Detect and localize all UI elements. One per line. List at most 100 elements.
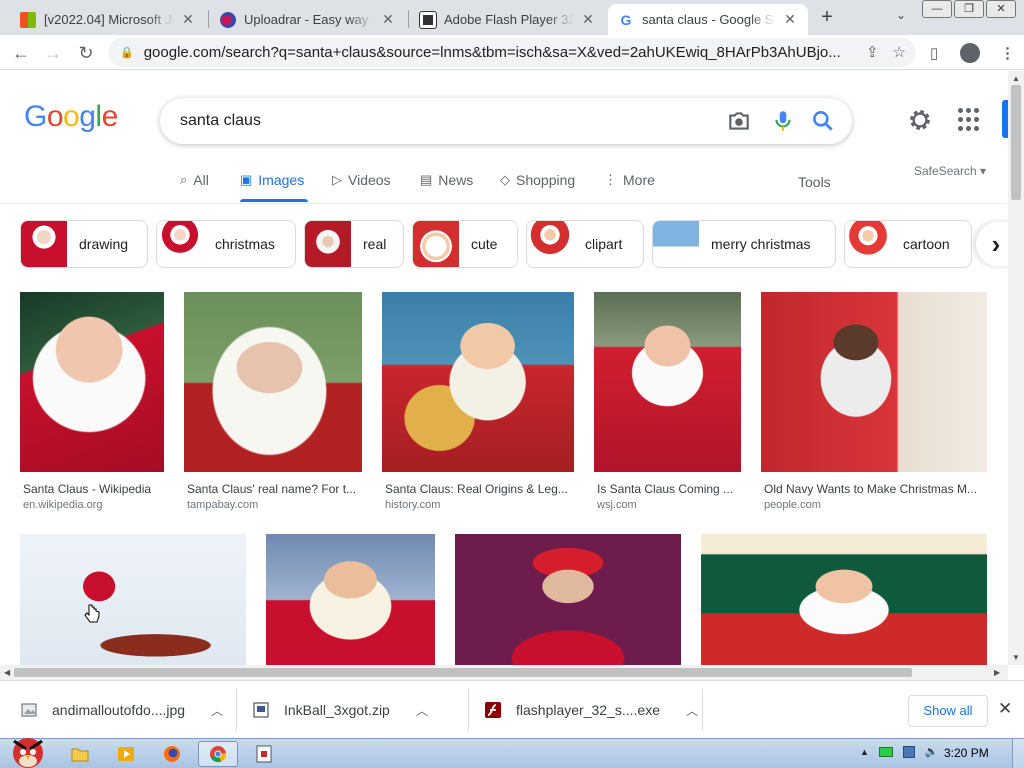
result-caption[interactable]: Is Santa Claus Coming ... — [594, 482, 741, 496]
image-result[interactable] — [455, 534, 681, 665]
search-input[interactable] — [180, 108, 700, 134]
scroll-down-icon[interactable]: ▼ — [1012, 653, 1020, 662]
forward-arrow-icon[interactable]: → — [42, 42, 64, 64]
close-downloads-bar-icon[interactable]: ✕ — [998, 699, 1012, 719]
chevron-up-icon[interactable]: ︿ — [686, 702, 698, 719]
battery-icon[interactable] — [878, 746, 893, 757]
close-window-button[interactable]: ✕ — [986, 0, 1016, 18]
santa-sleigh-image[interactable] — [20, 534, 246, 665]
show-desktop-button[interactable] — [1012, 739, 1024, 768]
chip-cartoon[interactable]: cartoon — [844, 220, 972, 268]
restore-button[interactable]: ❐ — [954, 0, 984, 18]
scroll-right-icon[interactable]: ▶ — [994, 668, 1000, 677]
download-item[interactable]: InkBall_3xgot.zip ︿ — [252, 681, 428, 739]
santa-photo[interactable] — [455, 534, 681, 665]
camera-icon[interactable] — [726, 108, 752, 134]
taskbar-chrome[interactable] — [198, 741, 238, 767]
search-box[interactable] — [160, 98, 852, 144]
chip-cute[interactable]: cute — [412, 220, 518, 268]
santa-photo[interactable] — [20, 292, 164, 472]
bookmark-star-icon[interactable]: ☆ — [893, 43, 906, 61]
tab-news[interactable]: ▤ News — [420, 172, 473, 188]
scrollbar-thumb[interactable] — [14, 668, 912, 677]
taskbar-clock[interactable]: 3:20 PM — [944, 746, 989, 760]
settings-gear-icon[interactable] — [906, 106, 934, 134]
side-panel-icon[interactable]: ▯ — [930, 44, 938, 62]
browser-tab-active[interactable]: G santa claus - Google Se ✕ — [608, 4, 808, 35]
santa-photo[interactable] — [184, 292, 362, 472]
browser-tab-1[interactable]: [v2022.04] Microsoft .N ✕ — [10, 4, 206, 35]
santa-coca-cola-illustration[interactable] — [701, 534, 987, 665]
minimize-button[interactable]: — — [922, 0, 952, 18]
close-tab-icon[interactable]: ✕ — [180, 11, 196, 28]
result-source[interactable]: wsj.com — [594, 499, 741, 511]
image-result[interactable] — [266, 534, 435, 665]
close-tab-icon[interactable]: ✕ — [782, 11, 798, 28]
chip-real[interactable]: real — [304, 220, 404, 268]
share-icon[interactable]: ⇪ — [866, 43, 879, 61]
image-result[interactable]: Is Santa Claus Coming ... wsj.com — [594, 292, 741, 511]
result-caption[interactable]: Santa Claus' real name? For t... — [184, 482, 362, 496]
santa-illustration[interactable] — [382, 292, 574, 472]
tab-videos[interactable]: ▷ Videos — [332, 172, 391, 188]
reload-icon[interactable]: ↻ — [75, 42, 97, 64]
close-tab-icon[interactable]: ✕ — [380, 11, 396, 28]
download-item[interactable]: andimalloutofdo....jpg ︿ — [20, 681, 223, 739]
result-source[interactable]: en.wikipedia.org — [20, 499, 164, 511]
back-arrow-icon[interactable]: ← — [10, 42, 32, 64]
address-bar[interactable]: 🔒 google.com/search?q=santa+claus&source… — [108, 38, 916, 67]
new-tab-button[interactable]: + — [816, 6, 838, 28]
image-result[interactable]: Old Navy Wants to Make Christmas M... pe… — [761, 292, 987, 511]
tab-more[interactable]: ⋮ More — [604, 172, 655, 188]
result-source[interactable]: tampabay.com — [184, 499, 362, 511]
volume-icon[interactable]: 🔈 — [925, 745, 939, 758]
tab-shopping[interactable]: ◇ Shopping — [500, 172, 575, 188]
image-result[interactable] — [701, 534, 987, 665]
search-icon[interactable] — [810, 108, 836, 134]
santa-photo[interactable] — [761, 292, 987, 472]
taskbar-app[interactable] — [244, 741, 284, 767]
image-result[interactable] — [20, 534, 246, 665]
microphone-icon[interactable] — [770, 108, 796, 134]
scrollbar-thumb[interactable] — [1011, 85, 1021, 200]
chip-christmas[interactable]: christmas — [156, 220, 296, 268]
horizontal-scrollbar[interactable]: ◀ ▶ — [0, 665, 1008, 680]
url-text[interactable]: google.com/search?q=santa+claus&source=l… — [144, 44, 844, 61]
taskbar-firefox[interactable] — [152, 741, 192, 767]
google-apps-icon[interactable] — [958, 108, 982, 132]
browser-tab-2[interactable]: Uploadrar - Easy way to ✕ — [210, 4, 406, 35]
chip-clipart[interactable]: clipart — [526, 220, 644, 268]
chevron-up-icon[interactable]: ︿ — [211, 702, 223, 719]
angry-bird-start-icon[interactable] — [4, 731, 50, 768]
browser-menu-icon[interactable]: ⋮ — [1000, 44, 1015, 62]
santa-photo[interactable] — [594, 292, 741, 472]
result-caption[interactable]: Santa Claus - Wikipedia — [20, 482, 164, 496]
vertical-scrollbar[interactable]: ▲ ▼ — [1008, 71, 1024, 665]
tab-all[interactable]: ⌕ All — [180, 172, 209, 188]
result-caption[interactable]: Old Navy Wants to Make Christmas M... — [761, 482, 987, 496]
result-source[interactable]: history.com — [382, 499, 574, 511]
safesearch-dropdown[interactable]: SafeSearch ▾ — [914, 164, 986, 178]
close-tab-icon[interactable]: ✕ — [580, 11, 596, 28]
image-result[interactable]: Santa Claus' real name? For t... tampaba… — [184, 292, 362, 511]
google-logo[interactable]: Google — [24, 100, 118, 134]
chevron-up-icon[interactable]: ︿ — [416, 702, 428, 719]
tab-images[interactable]: ▣ Images — [240, 172, 304, 188]
tools-button[interactable]: Tools — [798, 174, 831, 190]
santa-photo[interactable] — [266, 534, 435, 665]
taskbar-explorer[interactable] — [60, 741, 100, 767]
chip-merry-christmas[interactable]: merry christmas — [652, 220, 836, 268]
image-result[interactable]: Santa Claus - Wikipedia en.wikipedia.org — [20, 292, 164, 511]
scroll-left-icon[interactable]: ◀ — [4, 668, 10, 677]
taskbar-media-player[interactable] — [106, 741, 146, 767]
chip-drawing[interactable]: drawing — [20, 220, 148, 268]
result-source[interactable]: people.com — [761, 499, 987, 511]
download-item[interactable]: flashplayer_32_s....exe ︿ — [484, 681, 698, 739]
tab-search-chevron-icon[interactable]: ⌄ — [896, 8, 906, 22]
tray-expand-icon[interactable]: ▲ — [860, 747, 869, 757]
image-result[interactable]: Santa Claus: Real Origins & Leg... histo… — [382, 292, 574, 511]
show-all-downloads-button[interactable]: Show all — [908, 695, 988, 727]
scroll-up-icon[interactable]: ▲ — [1012, 74, 1020, 83]
profile-avatar[interactable] — [960, 43, 980, 63]
browser-tab-3[interactable]: Adobe Flash Player 32 | ✕ — [410, 4, 606, 35]
